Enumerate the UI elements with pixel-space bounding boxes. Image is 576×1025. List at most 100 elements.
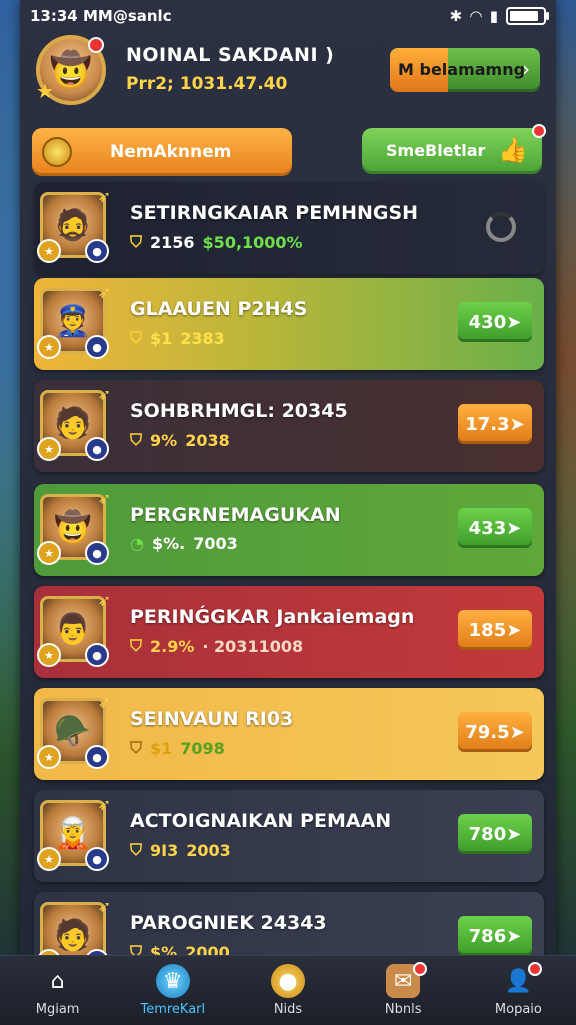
filter-button-left[interactable]: NemAknnem	[32, 128, 292, 176]
nav-label: Nbnls	[384, 1002, 422, 1017]
row-stat-2: 7003	[193, 534, 238, 553]
header-action-label: M belamamng	[398, 60, 526, 79]
notification-dot	[88, 37, 104, 53]
badge-icon: ➶	[97, 283, 111, 302]
badge-icon: ➶	[97, 489, 111, 508]
row-stats: ◔ $%. 7003	[130, 534, 238, 553]
row-button-value: 185	[468, 619, 507, 641]
rank-badge-icon: ★	[37, 541, 61, 565]
shield-icon: ⛉	[130, 840, 143, 859]
row-stat-2: $50,1000%	[202, 232, 303, 252]
row-name: ACTOIGNAIKAN PEMAAN	[130, 810, 392, 832]
player-name: NOINAL SAKDANI )	[126, 44, 335, 66]
hero-avatar: 🧔 ➶ ★ ●	[37, 187, 111, 263]
shield-icon: ⛉	[130, 430, 143, 449]
nav-label: TemreKarl	[140, 1002, 206, 1017]
row-stat-1: $1	[150, 328, 173, 348]
leaderboard-row[interactable]: 🧔 ➶ ★ ● SETIRNGKAIAR PEMHNGSH ⛉ 2156 $50,10…	[34, 182, 544, 274]
shield-badge-icon: ●	[85, 643, 109, 667]
bottom-nav: ⌂ Mgiam ♛ TemreKarl ● Nids ✉ Nbnls 👤 Mop…	[0, 955, 576, 1025]
nav-item-shop[interactable]: ● Nids	[230, 956, 345, 1025]
badge-icon: ➶	[97, 795, 111, 814]
row-action-button[interactable]: 430 ➤	[458, 302, 532, 342]
battery-icon	[506, 7, 549, 25]
hero-avatar: 🧝 ➶ ★ ●	[37, 795, 111, 871]
arrow-right-icon: ➤	[509, 721, 525, 743]
nav-item-home[interactable]: ⌂ Mgiam	[0, 956, 115, 1025]
row-stats: ⛉ 2.9% · 20311008	[130, 636, 303, 656]
shield-badge-icon: ●	[85, 541, 109, 565]
wifi-icon: ◠	[470, 7, 482, 25]
row-stat-1: $%.	[151, 534, 186, 553]
row-stat-1: 2.9%	[150, 636, 195, 656]
nav-item-rankings[interactable]: ♛ TemreKarl	[115, 956, 230, 1025]
rank-badge-icon: ★	[37, 239, 61, 263]
row-button-value: 433	[468, 517, 507, 539]
row-stat-1: 9I3	[150, 840, 179, 860]
row-action-button[interactable]: 786 ➤	[458, 916, 532, 956]
shield-badge-icon: ●	[85, 847, 109, 871]
row-name: PERINǴGKAR Jankaiemagn	[130, 606, 415, 628]
rank-badge-icon: ★	[37, 437, 61, 461]
shield-icon: ⛉	[130, 738, 143, 757]
leaderboard-row[interactable]: 🧝 ➶ ★ ● ACTOIGNAIKAN PEMAAN ⛉ 9I3 2003 780 ➤	[34, 790, 544, 882]
header-action-button[interactable]: M belamamng ›	[390, 48, 540, 92]
row-name: SOHBRHMGL: 20345	[130, 400, 348, 422]
player-face-icon: 🤠	[49, 50, 93, 90]
row-button-value: 786	[468, 925, 507, 947]
nav-label: Mgiam	[35, 1002, 80, 1017]
shield-badge-icon: ●	[85, 239, 109, 263]
row-action-button[interactable]: 433 ➤	[458, 508, 532, 548]
row-stats: ⛉ 9I3 2003	[130, 840, 231, 860]
row-stat-2: 2038	[185, 430, 230, 450]
row-button-value: 17.3	[465, 413, 510, 435]
nav-item-profile[interactable]: 👤 Mopaio	[461, 956, 576, 1025]
row-action-button[interactable]: 780 ➤	[458, 814, 532, 854]
leaderboard-row[interactable]: 🤠 ➶ ★ ● PERGRNEMAGUKAN ◔ $%. 7003 433 ➤	[34, 484, 544, 576]
arrow-right-icon: ➤	[506, 823, 522, 845]
shield-icon: ⛉	[130, 328, 143, 347]
leaderboard-row[interactable]: 👮 ➶ ★ ● GLAAUEN P2H4S ⛉ $1 2383 430 ➤	[34, 278, 544, 370]
row-stat-2: 2003	[186, 840, 231, 860]
bluetooth-icon: ✱	[449, 7, 463, 25]
loading-spinner-icon	[486, 212, 516, 242]
shield-icon: ⛉	[130, 232, 143, 251]
filter-left-label: NemAknnem	[110, 142, 232, 162]
row-stats: ⛉ 2156 $50,1000%	[130, 232, 303, 252]
shield-badge-icon: ●	[85, 745, 109, 769]
row-name: PAROGNIEK 24343	[130, 912, 327, 934]
badge-icon: ➶	[97, 187, 111, 206]
leaderboard-row[interactable]: 🪖 ➶ ★ ● SEINVAUN RI03 ⛉ $1 7098 79.5 ➤	[34, 688, 544, 780]
row-action-button[interactable]: 79.5 ➤	[458, 712, 532, 752]
arrow-right-icon: ➤	[506, 619, 522, 641]
row-name: PERGRNEMAGUKAN	[130, 504, 341, 526]
status-bar: 13:34 MM@sanlc ✱ ◠ ▮	[0, 0, 576, 32]
filter-right-label: SmeBletlar	[386, 141, 486, 160]
row-button-value: 430	[468, 311, 507, 333]
shield-badge-icon: ●	[85, 437, 109, 461]
row-name: SEINVAUN RI03	[130, 708, 294, 730]
arrow-right-icon: ➤	[506, 925, 522, 947]
battery-level	[510, 11, 538, 21]
notification-dot	[412, 962, 427, 976]
row-action-button[interactable]: 17.3 ➤	[458, 404, 532, 444]
rank-badge-icon: ★	[37, 335, 61, 359]
rank-badge-icon: ★	[37, 745, 61, 769]
hero-avatar: 🧑➶★●	[37, 385, 111, 461]
row-stats: ⛉ $1 2383	[130, 328, 225, 348]
status-icons: ✱ ◠ ▮	[449, 7, 549, 25]
row-stats: ⛉ 9% 2038	[130, 430, 230, 450]
player-avatar[interactable]: 🤠 ★	[36, 35, 106, 105]
coin-icon: ●	[271, 964, 305, 998]
row-stat-1: $1	[150, 738, 173, 758]
row-stat-2: · 20311008	[202, 636, 304, 656]
leaderboard-row[interactable]: 👨 ➶ ★ ● PERINǴGKAR Jankaiemagn ⛉ 2.9% · 203…	[34, 586, 544, 678]
row-button-value: 79.5	[465, 721, 510, 743]
row-action-button[interactable]: 185 ➤	[458, 610, 532, 650]
nav-item-missions[interactable]: ✉ Nbnls	[346, 956, 461, 1025]
arrow-right-icon: ➤	[509, 413, 525, 435]
leaderboard-row[interactable]: 🧑 ➶ ★ ● SOHBRHMGL: 20345 ⛉ 9% 2038 17.3 ➤	[34, 380, 544, 472]
shield-icon: ⛉	[130, 636, 143, 655]
filter-button-right[interactable]: SmeBletlar 👍	[362, 124, 546, 174]
nav-label: Mopaio	[494, 1002, 542, 1017]
